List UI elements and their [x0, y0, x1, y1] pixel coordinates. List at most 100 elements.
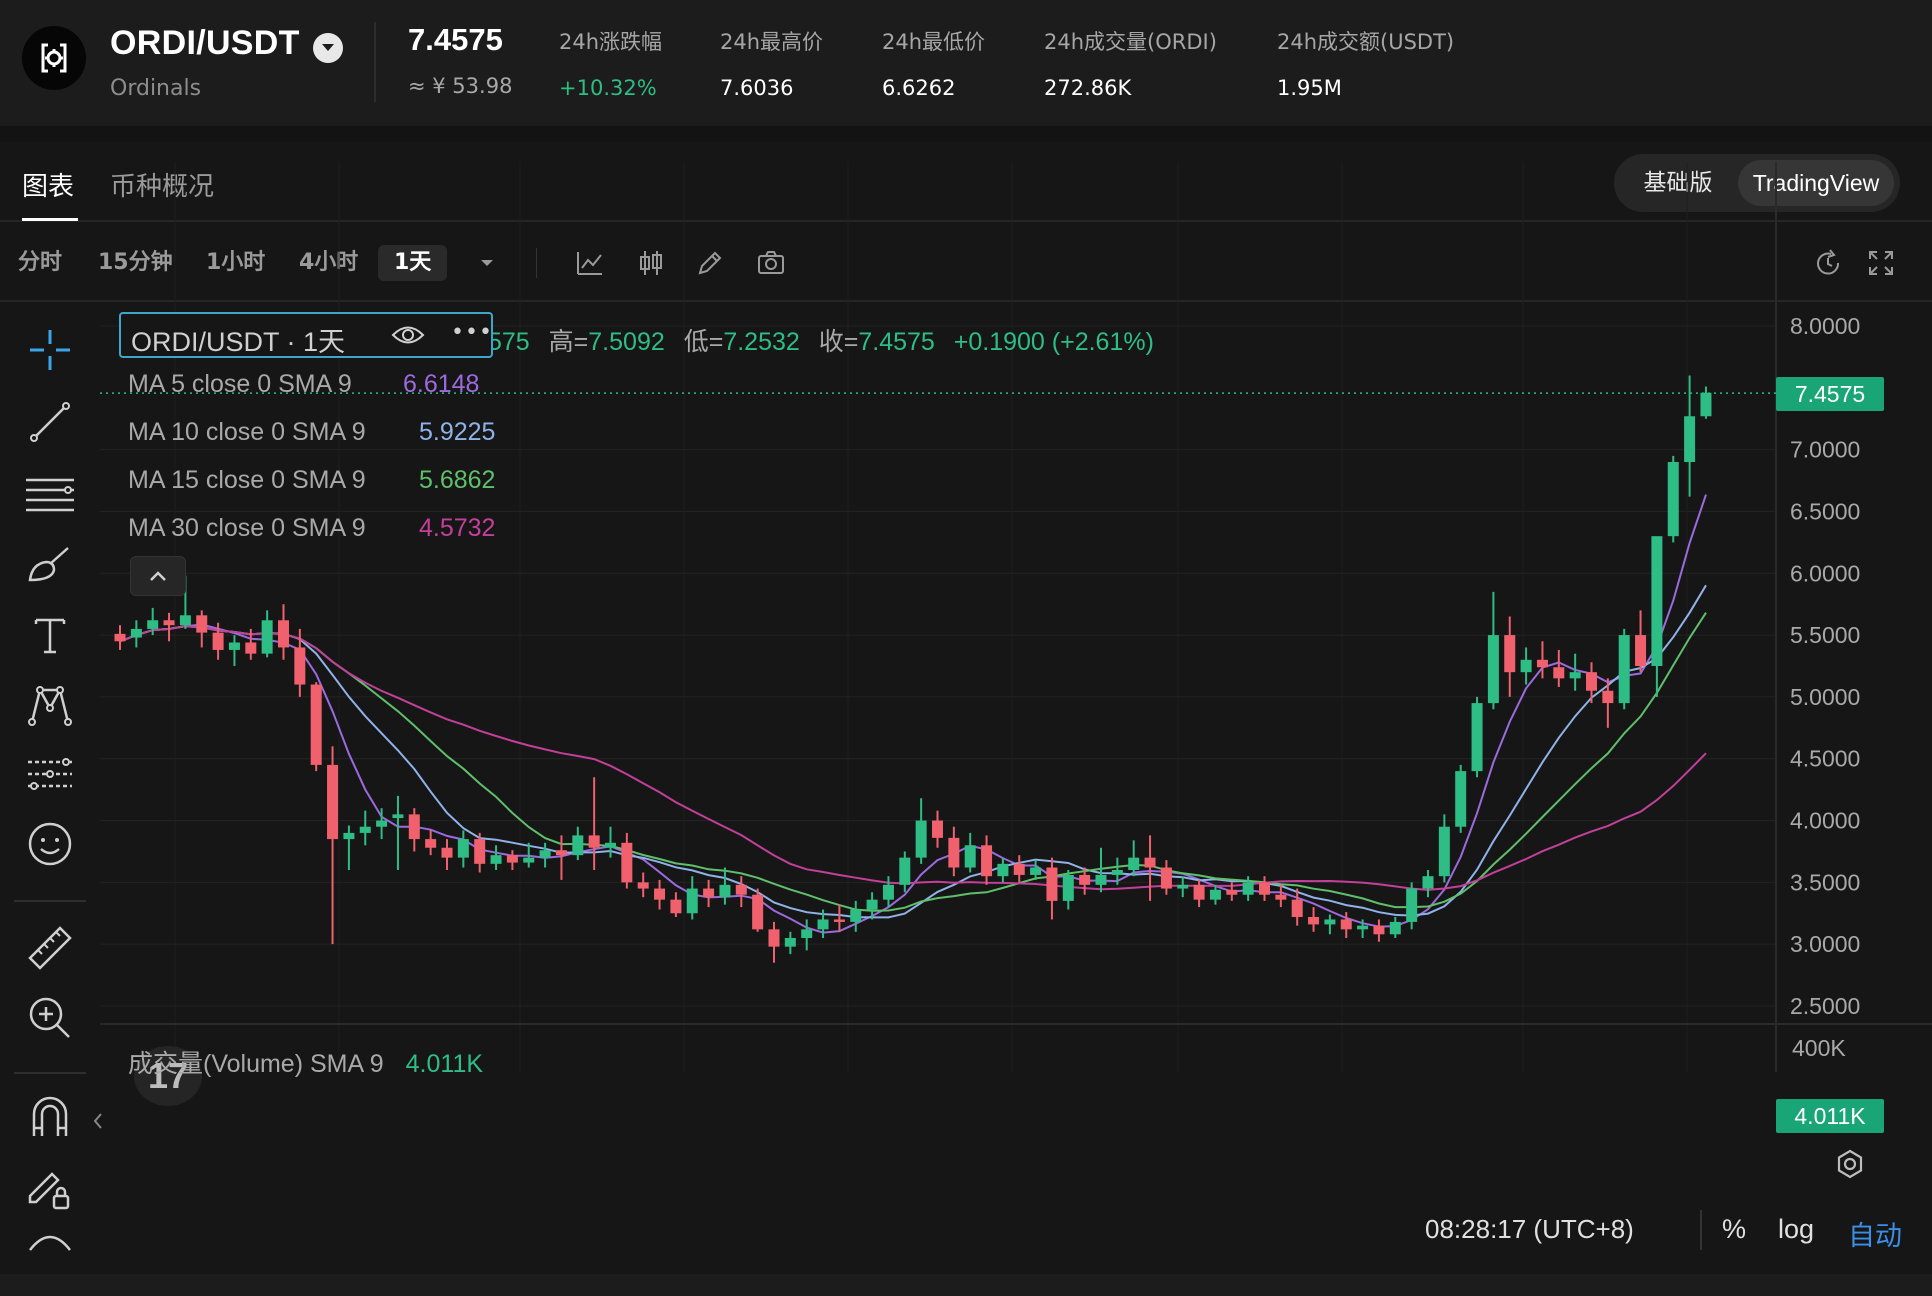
fib-retracement-icon[interactable] — [24, 468, 76, 520]
lock-drawings-icon[interactable] — [24, 1162, 76, 1214]
candle-body — [1275, 894, 1287, 900]
volume-tick-label: 400K — [1792, 1035, 1846, 1061]
bottom-strip — [0, 1274, 1932, 1296]
candle-body — [1389, 921, 1401, 935]
candle-body — [1536, 659, 1548, 668]
candle-body — [588, 835, 600, 848]
candle-body — [245, 642, 257, 654]
ohlc-close-key: 收= — [818, 328, 859, 356]
emoji-icon[interactable] — [24, 818, 76, 870]
stat-value: 272.86K — [1044, 76, 1132, 100]
candle-body — [1406, 888, 1418, 922]
current-price-badge: 7.4575 — [1776, 377, 1884, 411]
stat-label: 24h最高价 — [720, 30, 824, 54]
pair-name[interactable]: ORDI/USDT — [110, 24, 300, 63]
zoom-in-icon[interactable] — [24, 992, 76, 1044]
drawing-tools-sidebar — [0, 162, 102, 1251]
candle-body — [490, 855, 502, 864]
auto-scale-button[interactable]: 自动 — [1848, 1214, 1902, 1253]
candle-body — [1504, 635, 1516, 673]
candle-body — [1079, 874, 1091, 885]
candle-body — [1062, 874, 1074, 901]
candle-body — [1209, 889, 1221, 900]
candle-body — [572, 835, 584, 856]
candle-body — [278, 620, 289, 648]
candle-body — [147, 620, 159, 629]
stat-label: 24h成交量(ORDI) — [1044, 30, 1217, 54]
candle-body — [506, 855, 518, 863]
ohlc-change: +0.1900 (+2.61%) — [953, 328, 1154, 356]
candle-body — [1422, 876, 1434, 889]
ma10-legend[interactable]: MA 10 close 0 SMA 9 5.9225 — [128, 418, 495, 447]
ma-value: 4.5732 — [419, 514, 496, 542]
current-volume-badge: 4.011K — [1776, 1099, 1884, 1133]
ma-value: 5.9225 — [419, 418, 496, 446]
hide-drawings-icon[interactable] — [24, 1230, 76, 1252]
price-tick-label: 3.0000 — [1790, 931, 1860, 957]
candle-body — [1455, 771, 1467, 827]
candle-body — [605, 842, 616, 848]
ma-value: 5.6862 — [419, 466, 496, 494]
text-tool-icon[interactable] — [24, 608, 76, 660]
trend-line-icon[interactable] — [24, 396, 76, 448]
candle-body — [1013, 863, 1025, 875]
chart-footer: 08:28:17 (UTC+8) % log 自动 — [100, 1188, 1932, 1268]
symbol-legend[interactable]: ORDI/USDT · 1天 ••• — [119, 312, 493, 358]
candlestick-chart[interactable]: 8.0000 7.0000 6.5000 6.0000 5.5000 5.0000 4.50… — [100, 162, 1932, 1072]
candle-body — [474, 839, 486, 864]
volume-legend[interactable]: 成交量(Volume) SMA 9 4.011K — [128, 1044, 483, 1080]
stat-label: 24h涨跌幅 — [559, 30, 663, 54]
magnet-icon[interactable] — [24, 1092, 76, 1144]
ma5-legend[interactable]: MA 5 close 0 SMA 9 6.6148 — [128, 370, 479, 399]
candle-body — [1667, 462, 1679, 537]
legend-collapse-button[interactable] — [130, 556, 186, 596]
candle-body — [555, 850, 567, 856]
candle-body — [997, 863, 1009, 877]
pair-dropdown-caret-icon[interactable] — [313, 33, 343, 63]
candle-body — [1128, 857, 1140, 870]
candle-body — [1308, 916, 1320, 925]
price-tick-label: 3.5000 — [1790, 869, 1860, 895]
candle-body — [376, 820, 388, 827]
candle-body — [1569, 672, 1581, 679]
candle-body — [833, 919, 845, 922]
candle-body — [1160, 867, 1172, 889]
ohlc-low: 7.2532 — [723, 328, 800, 356]
candle-body — [196, 615, 208, 633]
candle-body — [1618, 635, 1630, 704]
candle-body — [1177, 884, 1189, 889]
candle-body — [408, 814, 420, 840]
candle-body — [523, 857, 535, 863]
prediction-tool-icon[interactable] — [24, 748, 76, 800]
collapse-sidebar-chevron-icon[interactable] — [92, 1112, 104, 1130]
chart-area[interactable]: 8.0000 7.0000 6.5000 6.0000 5.5000 5.0000 4.50… — [100, 162, 1932, 1072]
pattern-tool-icon[interactable] — [24, 678, 76, 730]
candle-body — [1438, 826, 1450, 877]
price-tick-label: 2.5000 — [1790, 993, 1860, 1019]
chart-clock[interactable]: 08:28:17 (UTC+8) — [1425, 1214, 1634, 1245]
candle-body — [343, 832, 355, 840]
log-scale-button[interactable]: log — [1778, 1214, 1814, 1245]
crosshair-icon[interactable] — [24, 324, 76, 376]
stat-turnover: 24h成交额(USDT) 1.95M — [1277, 26, 1454, 100]
candle-body — [179, 615, 191, 626]
chart-settings-gear-icon[interactable] — [1834, 1148, 1866, 1180]
candle-body — [1357, 925, 1369, 930]
ruler-measure-icon[interactable] — [24, 922, 76, 974]
stat-change: 24h涨跌幅 +10.32% — [559, 26, 662, 100]
ma15-legend[interactable]: MA 15 close 0 SMA 9 5.6862 — [128, 466, 495, 495]
eye-visibility-icon[interactable] — [391, 324, 425, 346]
candle-body — [1553, 667, 1565, 679]
ordi-coin-logo — [22, 26, 86, 90]
stat-label: 24h最低价 — [882, 30, 986, 54]
percent-scale-button[interactable]: % — [1722, 1214, 1746, 1245]
more-options-icon[interactable]: ••• — [451, 320, 493, 345]
brush-icon[interactable] — [24, 538, 76, 590]
price-tick-label: 4.0000 — [1790, 808, 1860, 834]
candle-body — [1030, 867, 1042, 875]
candle-body — [817, 919, 829, 930]
chevron-up-icon — [150, 571, 166, 581]
ticker-divider — [374, 22, 376, 102]
ma30-legend[interactable]: MA 30 close 0 SMA 9 4.5732 — [128, 514, 495, 543]
candle-body — [212, 632, 224, 650]
